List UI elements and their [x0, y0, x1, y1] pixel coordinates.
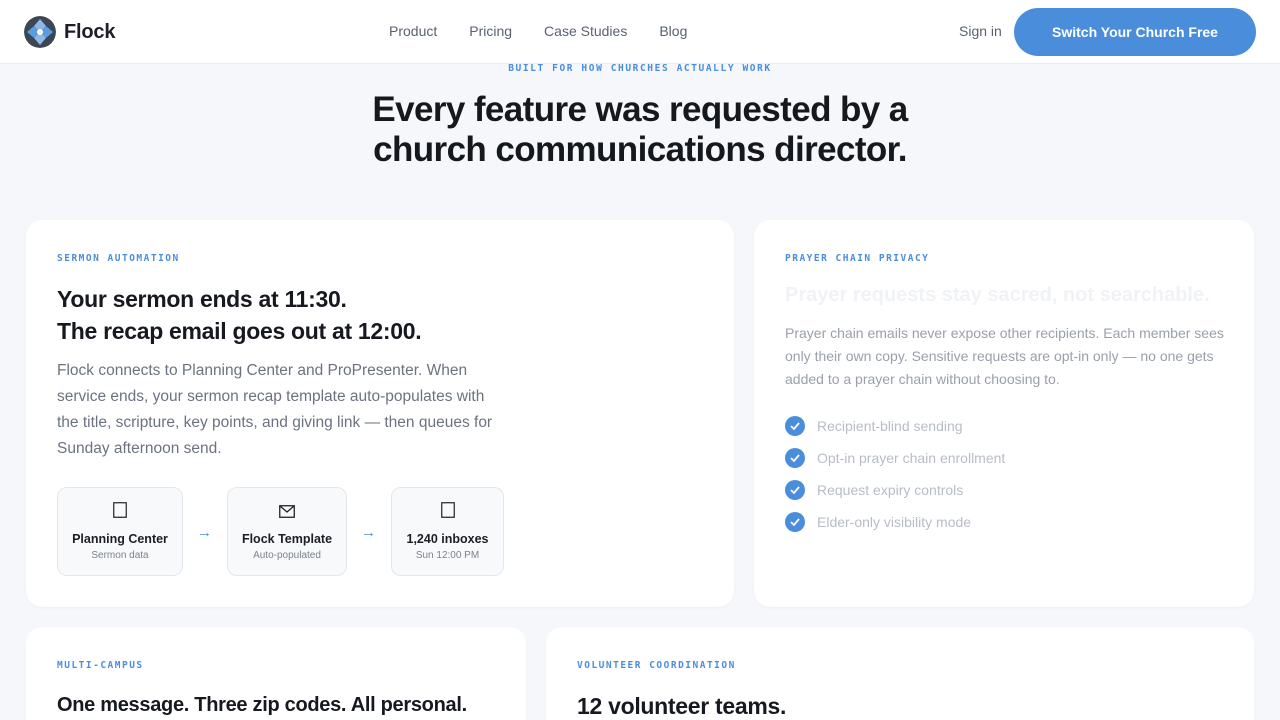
- check-item-label: Request expiry controls: [817, 482, 964, 498]
- check-icon: [785, 480, 805, 500]
- check-item: Opt-in prayer chain enrollment: [785, 448, 1005, 468]
- envelope-icon: [228, 502, 346, 523]
- hero-eyebrow: BUILT FOR HOW CHURCHES ACTUALLY WORK: [508, 63, 772, 74]
- switch-church-free-button[interactable]: Switch Your Church Free: [1014, 8, 1256, 56]
- sermon-card-label: SERMON AUTOMATION: [57, 253, 180, 264]
- volunteer-card-label: VOLUNTEER COORDINATION: [577, 660, 736, 671]
- hero-title-line1: Every feature was requested by a: [372, 90, 908, 129]
- campus-card-title: One message. Three zip codes. All person…: [57, 694, 467, 716]
- nav-links: Product Pricing Case Studies Blog: [389, 23, 719, 39]
- nav-link-product[interactable]: Product: [389, 23, 437, 39]
- check-icon: [785, 512, 805, 532]
- flow-step-name: Planning Center: [72, 532, 168, 546]
- hero-title-line2: church communications director.: [373, 130, 907, 169]
- prayer-card-label: PRAYER CHAIN PRIVACY: [785, 253, 930, 264]
- nav-link-pricing[interactable]: Pricing: [469, 23, 512, 39]
- check-item: Recipient-blind sending: [785, 416, 963, 436]
- flow-step-sub: Sun 12:00 PM: [415, 550, 480, 561]
- brand-logo[interactable]: Flock: [24, 16, 115, 48]
- sermon-card-title: Your sermon ends at 11:30. The recap ema…: [57, 283, 657, 347]
- nav-link-case-studies[interactable]: Case Studies: [544, 23, 627, 39]
- sermon-title-line1: Your sermon ends at 11:30.: [57, 286, 347, 312]
- flow-step-name: Flock Template: [241, 532, 333, 546]
- sermon-card-body: Flock connects to Planning Center and Pr…: [57, 362, 493, 457]
- flow-step-inboxes: 1,240 inboxes Sun 12:00 PM: [391, 487, 504, 576]
- flock-logo-icon: [24, 16, 56, 48]
- check-item-label: Elder-only visibility mode: [817, 514, 972, 530]
- top-nav: Flock Product Pricing Case Studies Blog …: [0, 0, 1280, 64]
- calendar-icon: [58, 502, 182, 523]
- campus-card-label: MULTI-CAMPUS: [57, 660, 144, 671]
- check-icon: [785, 416, 805, 436]
- inbox-icon: [392, 502, 503, 523]
- flow-arrow-2: →: [361, 524, 376, 541]
- flow-step-planning-center: Planning Center Sermon data: [57, 487, 183, 576]
- check-item-label: Recipient-blind sending: [817, 418, 963, 434]
- prayer-card-body: Prayer chain emails never expose other r…: [785, 325, 1224, 387]
- check-icon: [785, 448, 805, 468]
- flow-step-sub: Auto-populated: [253, 550, 321, 561]
- sign-in-link[interactable]: Sign in: [959, 23, 1002, 39]
- check-item-label: Opt-in prayer chain enrollment: [817, 450, 1006, 466]
- check-item: Request expiry controls: [785, 480, 963, 500]
- sermon-title-line2: The recap email goes out at 12:00.: [57, 318, 422, 344]
- check-item: Elder-only visibility mode: [785, 512, 971, 532]
- nav-link-blog[interactable]: Blog: [659, 23, 687, 39]
- flow-arrow-1: →: [197, 524, 212, 541]
- prayer-card-title: Prayer requests stay sacred, not searcha…: [785, 284, 1210, 306]
- flow-step-name: 1,240 inboxes: [406, 532, 489, 546]
- flow-step-sub: Sermon data: [91, 550, 149, 561]
- prayer-chain-privacy-card: [754, 220, 1254, 607]
- hero-title: Every feature was requested by a church …: [290, 90, 990, 170]
- brand-name: Flock: [64, 20, 116, 43]
- volunteer-card-title: 12 volunteer teams.: [577, 693, 787, 719]
- flow-step-flock-template: Flock Template Auto-populated: [227, 487, 347, 576]
